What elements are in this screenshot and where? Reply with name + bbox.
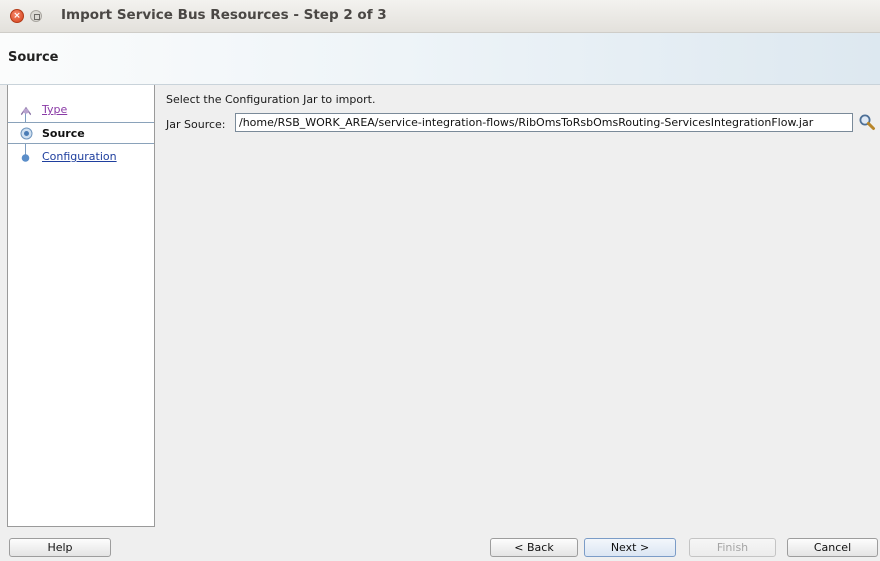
page-header: Source <box>0 33 880 85</box>
maximize-window-button[interactable] <box>30 10 42 22</box>
title-bar: × Import Service Bus Resources - Step 2 … <box>0 0 880 33</box>
step-type-link[interactable]: Type <box>42 103 67 116</box>
search-icon[interactable] <box>858 113 876 131</box>
jar-source-input[interactable] <box>235 113 853 132</box>
step-type[interactable]: Type <box>8 99 154 121</box>
current-step-icon <box>20 127 33 140</box>
back-button[interactable]: < Back <box>490 538 578 557</box>
close-window-button[interactable]: × <box>10 9 24 23</box>
step-configuration-link[interactable]: Configuration <box>42 150 117 163</box>
visited-step-icon <box>20 106 32 116</box>
step-source-label: Source <box>42 127 85 140</box>
page-title: Source <box>8 50 59 65</box>
jar-source-label: Jar Source: <box>166 118 226 131</box>
instruction-text: Select the Configuration Jar to import. <box>166 93 376 106</box>
window-title: Import Service Bus Resources - Step 2 of… <box>61 7 387 23</box>
cancel-button[interactable]: Cancel <box>787 538 878 557</box>
step-configuration[interactable]: Configuration <box>8 145 154 167</box>
steps-panel: Type Source Configuration <box>7 85 155 527</box>
finish-button[interactable]: Finish <box>689 538 776 557</box>
help-button[interactable]: Help <box>9 538 111 557</box>
upcoming-step-icon <box>21 154 30 162</box>
step-source[interactable]: Source <box>8 122 154 144</box>
next-button[interactable]: Next > <box>584 538 676 557</box>
